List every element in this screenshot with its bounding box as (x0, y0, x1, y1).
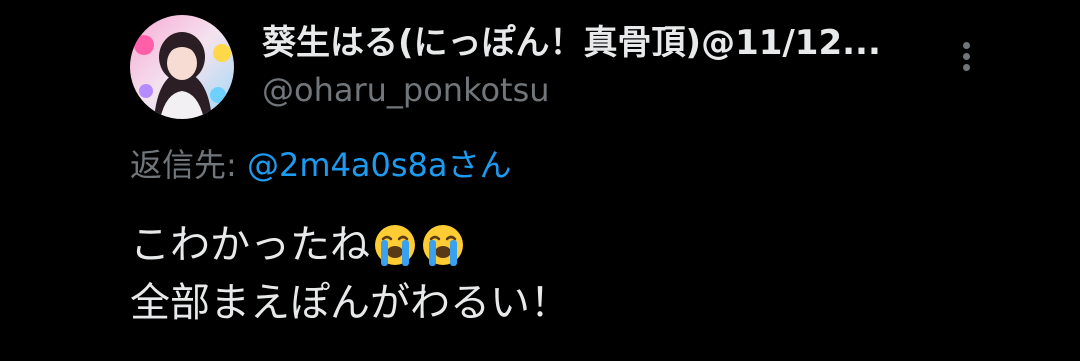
tweet-line-1-text: こわかったね (130, 222, 370, 268)
loudly-crying-face-icon (375, 225, 415, 266)
loudly-crying-face-icon (423, 225, 463, 266)
more-vertical-icon-dot (963, 64, 970, 71)
reply-target-link[interactable]: @2m4a0s8aさん (247, 146, 512, 184)
reply-prefix: 返信先: (130, 146, 247, 184)
author-avatar[interactable] (130, 15, 234, 119)
reply-context: 返信先: @2m4a0s8aさん (130, 143, 511, 187)
author-handle[interactable]: @oharu_ponkotsu (262, 70, 550, 110)
avatar-image (130, 15, 234, 119)
tweet-line-2: 全部まえぽんがわるい！ (130, 274, 570, 332)
tweet-line-1: こわかったね (130, 216, 570, 274)
more-vertical-icon-dot (963, 53, 970, 60)
more-vertical-icon (963, 42, 970, 49)
tweet-text: こわかったね 全部まえぽんがわるい！ (130, 216, 570, 332)
tweet-line-2-text: 全部まえぽんがわるい！ (130, 280, 570, 326)
author-display-name[interactable]: 葵生はる(にっぽん！真骨頂)@11/12... (262, 22, 881, 64)
more-options-button[interactable] (952, 36, 982, 76)
